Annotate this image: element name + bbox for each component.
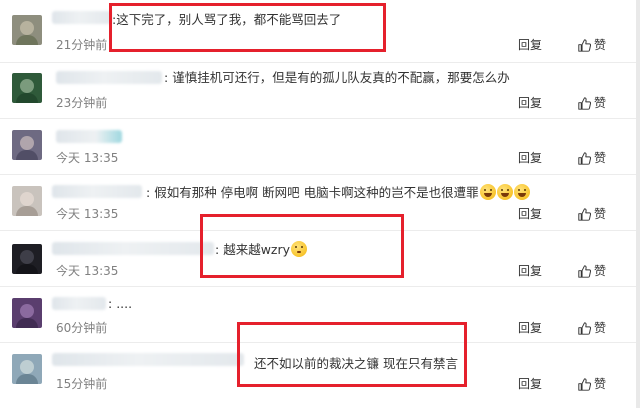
like-button[interactable]: 赞 (578, 96, 606, 110)
avatar[interactable] (12, 130, 42, 160)
comment-item: :这下完了，别人骂了我，都不能骂回去了 21分钟前 回复 赞 (0, 0, 636, 63)
like-label: 赞 (594, 96, 607, 110)
thumbs-up-icon (578, 322, 592, 335)
avatar[interactable] (12, 298, 42, 328)
reply-button[interactable]: 回复 (518, 321, 542, 335)
comment-text: 假如有那种 停电啊 断网吧 电脑卡啊这种的岂不是也很遭罪 (154, 185, 479, 200)
comment-item: : 越来越wzry 今天 13:35 回复 赞 (0, 214, 636, 287)
username-blurred[interactable] (52, 11, 112, 24)
thumbs-up-icon (578, 378, 592, 391)
reply-button[interactable]: 回复 (518, 96, 542, 110)
comment-text: .... (116, 296, 133, 311)
avatar[interactable] (12, 73, 42, 103)
comment-text: 谨慎挂机可还行，但是有的孤儿队友真的不配赢，那要怎么办 (172, 70, 510, 85)
like-button[interactable]: 赞 (578, 207, 606, 221)
avatar[interactable] (12, 354, 42, 384)
username-blurred[interactable] (52, 353, 244, 366)
comment-time: 今天 13:35 (56, 264, 119, 278)
like-button[interactable]: 赞 (578, 264, 606, 278)
avatar[interactable] (12, 244, 42, 274)
like-button[interactable]: 赞 (578, 38, 606, 52)
laugh-cry-emoji (513, 184, 530, 200)
laugh-cry-emoji (496, 184, 513, 200)
highlight-box (200, 214, 404, 278)
avatar[interactable] (12, 186, 42, 216)
thumbs-up-icon (578, 208, 592, 221)
like-label: 赞 (594, 321, 607, 335)
like-label: 赞 (594, 207, 607, 221)
like-button[interactable]: 赞 (578, 377, 606, 391)
like-button[interactable]: 赞 (578, 321, 606, 335)
thumbs-up-icon (578, 265, 592, 278)
comment-item: 还不如以前的裁决之镰 现在只有禁言 15分钟前 回复 赞 (0, 322, 636, 408)
highlight-box (237, 322, 467, 387)
comment-time: 23分钟前 (56, 96, 108, 110)
comment-time: 60分钟前 (56, 321, 108, 335)
username-blurred[interactable] (56, 130, 122, 143)
like-button[interactable]: 赞 (578, 151, 606, 165)
reply-button[interactable]: 回复 (518, 377, 542, 391)
like-label: 赞 (594, 264, 607, 278)
reply-button[interactable]: 回复 (518, 264, 542, 278)
comment-item: 今天 13:35 回复 赞 (0, 118, 636, 175)
thumbs-up-icon (578, 39, 592, 52)
reply-button[interactable]: 回复 (518, 207, 542, 221)
comment-time: 15分钟前 (56, 377, 108, 391)
like-label: 赞 (594, 377, 607, 391)
reply-button[interactable]: 回复 (518, 38, 542, 52)
comment-time: 今天 13:35 (56, 207, 119, 221)
scrollbar-track[interactable] (636, 0, 640, 408)
laugh-cry-emoji (479, 184, 496, 200)
reply-button[interactable]: 回复 (518, 151, 542, 165)
comment-time: 21分钟前 (56, 38, 108, 52)
comment-item: : 谨慎挂机可还行，但是有的孤儿队友真的不配赢，那要怎么办 23分钟前 回复 赞 (0, 62, 636, 119)
like-label: 赞 (594, 151, 607, 165)
username-blurred[interactable] (52, 297, 106, 310)
comment-time: 今天 13:35 (56, 151, 119, 165)
username-blurred[interactable] (56, 71, 162, 84)
username-blurred[interactable] (52, 242, 214, 255)
thumbs-up-icon (578, 152, 592, 165)
like-label: 赞 (594, 38, 607, 52)
thumbs-up-icon (578, 97, 592, 110)
highlight-box (109, 3, 386, 52)
avatar[interactable] (12, 15, 42, 45)
username-blurred[interactable] (52, 185, 142, 198)
